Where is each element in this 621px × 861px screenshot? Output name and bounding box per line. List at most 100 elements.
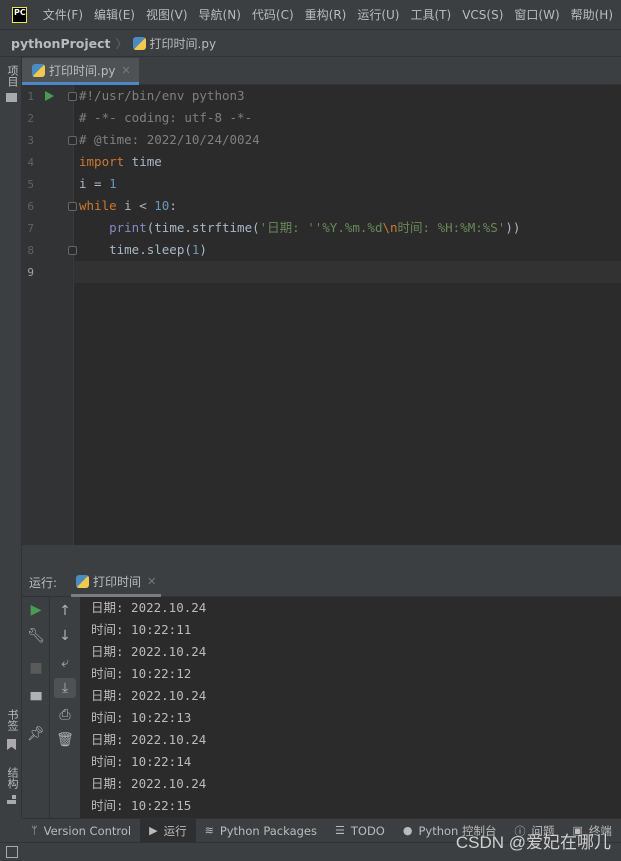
menu-window[interactable]: 窗口(W)	[514, 6, 559, 23]
fold-icon[interactable]	[68, 246, 77, 255]
left-tool-strip: 项目 书签 结构	[0, 57, 22, 818]
output-line: 日期: 2022.10.24	[91, 644, 207, 659]
run-gutter-icon[interactable]	[45, 91, 54, 101]
menu-edit[interactable]: 编辑(E)	[94, 6, 135, 23]
menu-refactor[interactable]: 重构(R)	[305, 6, 347, 23]
code-token: (time.strftime(	[146, 220, 260, 235]
tool-window-run[interactable]: ▶ 运行	[140, 818, 196, 843]
tool-window-label: Python Packages	[219, 823, 317, 838]
close-icon[interactable]: ✕	[147, 575, 156, 588]
run-icon: ▶	[149, 824, 158, 837]
output-line: 时间: 10:22:11	[91, 622, 192, 637]
gutter	[22, 85, 74, 545]
editor-tab[interactable]: 打印时间.py ✕	[22, 58, 139, 85]
code-token: # -*- coding: utf-8 -*-	[79, 110, 253, 125]
breadcrumb-file[interactable]: 打印时间.py	[150, 35, 217, 52]
folder-icon	[6, 93, 17, 102]
tool-window-list[interactable]: ☰ TODO	[326, 819, 394, 843]
run-panel-header: 运行: 打印时间 ✕	[22, 569, 621, 597]
line-number: 8	[27, 244, 34, 257]
tool-window-branch[interactable]: ᛘ Version Control	[22, 819, 140, 843]
output-line: 日期: 2022.10.24	[91, 600, 207, 615]
bookmarks-tool-button[interactable]: 书签	[4, 709, 20, 731]
branch-icon: ᛘ	[31, 824, 38, 837]
pin-icon[interactable]: 📌︎	[25, 724, 47, 744]
tool-window-label: Version Control	[43, 823, 132, 838]
current-line-highlight	[74, 261, 621, 283]
code-token: \n	[382, 220, 398, 235]
bookmark-icon	[7, 739, 16, 750]
wrench-icon[interactable]: 🔧︎	[25, 626, 47, 646]
layout-icon[interactable]: ▀	[25, 691, 47, 711]
code-token: import	[79, 154, 125, 169]
code-line: time.sleep(1)	[79, 239, 207, 261]
layers-icon: ≋	[204, 824, 214, 837]
output-line: 日期: 2022.10.24	[91, 732, 207, 747]
menu-view[interactable]: 视图(V)	[146, 6, 188, 23]
breadcrumb: pythonProject 〉 打印时间.py	[0, 30, 621, 57]
breadcrumb-project[interactable]: pythonProject	[11, 36, 111, 51]
scroll-to-end-icon[interactable]: ⤓	[54, 678, 76, 698]
code-line: # @time: 2022/10/24/0024	[79, 129, 260, 151]
code-line: # -*- coding: utf-8 -*-	[79, 107, 252, 129]
structure-tool-button[interactable]: 结构	[4, 767, 20, 789]
run-tab-label: 打印时间	[93, 574, 142, 589]
code-token: time.sleep(	[79, 242, 192, 257]
trash-icon[interactable]: 🗑︎	[54, 730, 76, 750]
line-number: 7	[27, 222, 34, 235]
menu-tools[interactable]: 工具(T)	[411, 6, 452, 23]
output-line: 日期: 2022.10.24	[91, 688, 207, 703]
tool-window-label: 运行	[163, 823, 187, 838]
rerun-icon[interactable]: ▶	[25, 600, 47, 620]
line-number: 5	[27, 178, 34, 191]
fold-icon[interactable]	[68, 202, 77, 211]
close-icon[interactable]: ✕	[122, 64, 131, 77]
menu-bar: PC 文件(F) 编辑(E) 视图(V) 导航(N) 代码(C) 重构(R) 运…	[0, 0, 621, 30]
arrow-up-icon[interactable]: ↑	[54, 601, 76, 621]
output-line: 时间: 10:22:12	[91, 666, 192, 681]
menu-navigate[interactable]: 导航(N)	[199, 6, 241, 23]
code-token: while	[79, 198, 117, 213]
menu-vcs[interactable]: VCS(S)	[462, 8, 503, 22]
menu-help[interactable]: 帮助(H)	[571, 6, 613, 23]
line-number: 3	[27, 134, 34, 147]
project-tool-button[interactable]: 项目	[4, 65, 20, 87]
code-token: )	[199, 242, 207, 257]
code-editor[interactable]: 1 2 3 4 5 6 7 8 9 #!/usr/bin/env python3 # -*- cod…	[22, 85, 621, 545]
soft-wrap-icon[interactable]: ⤶	[54, 653, 76, 673]
menu-run[interactable]: 运行(U)	[357, 6, 399, 23]
print-icon[interactable]: ⎙	[54, 705, 76, 725]
editor-tab-bar: 打印时间.py ✕	[22, 58, 621, 85]
tool-window-layers[interactable]: ≋ Python Packages	[196, 819, 326, 843]
menu-code[interactable]: 代码(C)	[252, 6, 294, 23]
fold-icon[interactable]	[68, 92, 77, 101]
stop-icon[interactable]: ■	[25, 658, 47, 678]
output-line: 日期: 2022.10.24	[91, 776, 207, 791]
code-token: #!/usr/bin/env python3	[79, 88, 245, 103]
arrow-down-icon[interactable]: ↓	[54, 626, 76, 646]
python-icon: ●	[402, 824, 413, 837]
code-line: while i < 10:	[79, 195, 177, 217]
output-line: 时间: 10:22:15	[91, 798, 192, 813]
toggle-tool-windows-icon[interactable]	[6, 846, 18, 858]
console-output[interactable]: 日期: 2022.10.24 时间: 10:22:11 日期: 2022.10.24…	[80, 597, 621, 818]
code-line: import time	[79, 151, 162, 173]
fold-icon[interactable]	[68, 136, 77, 145]
menu-file[interactable]: 文件(F)	[43, 6, 83, 23]
code-token: print	[109, 220, 147, 235]
structure-icon	[7, 795, 16, 804]
line-number: 6	[27, 200, 34, 213]
code-token: '日期: ''%Y.%m.%d	[259, 220, 383, 235]
code-token: 时间: %H:%M:%S'	[397, 220, 506, 235]
code-line: #!/usr/bin/env python3	[79, 85, 245, 107]
tab-label: 打印时间.py	[49, 63, 116, 78]
python-file-icon	[132, 36, 146, 50]
line-number: 9	[27, 266, 34, 279]
pycharm-logo: PC	[12, 6, 27, 23]
run-toolbar-secondary: ↑ ↓ ⤶ ⤓ ⎙ 🗑︎	[50, 597, 80, 818]
chevron-right-icon: 〉	[115, 36, 128, 51]
code-token: ))	[505, 220, 521, 235]
code-token: time	[124, 154, 162, 169]
code-token: :	[169, 198, 177, 213]
run-tab[interactable]: 打印时间 ✕	[71, 569, 162, 597]
